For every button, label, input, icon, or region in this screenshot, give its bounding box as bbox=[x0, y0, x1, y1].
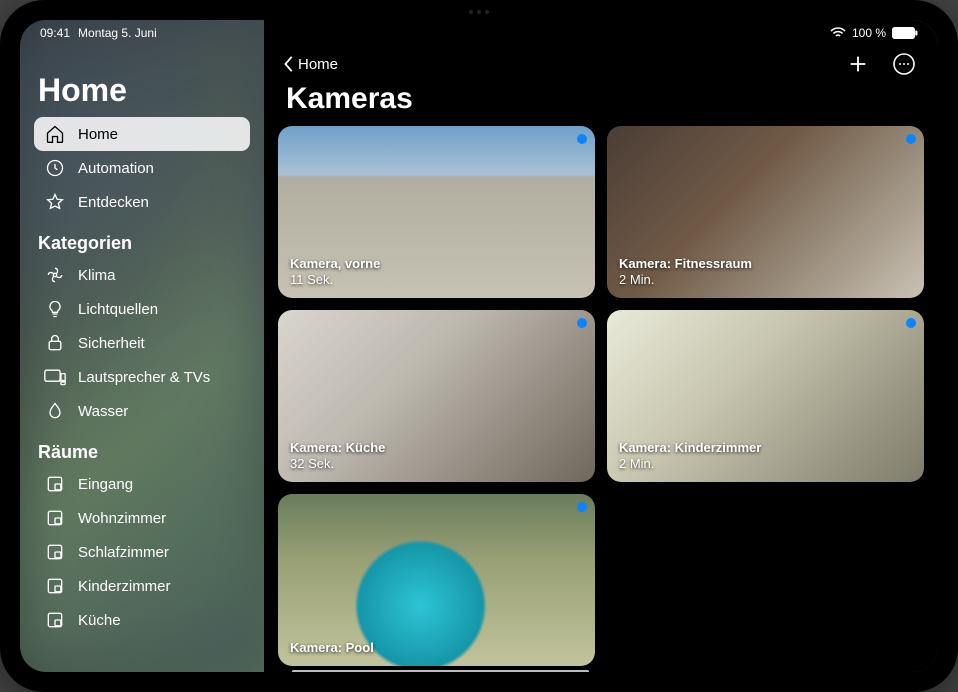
sidebar-item-label: Lichtquellen bbox=[78, 301, 158, 318]
app-title: Home bbox=[38, 72, 250, 109]
scroll-indicator bbox=[292, 670, 910, 672]
sidebar-item-label: Wohnzimmer bbox=[78, 510, 166, 527]
camera-title: Kamera: Fitnessraum bbox=[619, 256, 752, 272]
ellipsis-circle-icon bbox=[892, 52, 916, 76]
room-icon bbox=[44, 473, 66, 495]
battery-percent: 100 % bbox=[852, 26, 886, 40]
section-rooms: Räume bbox=[38, 442, 250, 463]
sidebar-item-home[interactable]: Home bbox=[34, 117, 250, 151]
camera-grid-scroll[interactable]: Kamera, vorne 11 Sek. Kamera: Fitnessrau… bbox=[264, 126, 938, 672]
sidebar-item-label: Wasser bbox=[78, 403, 128, 420]
sidebar-item-livingroom[interactable]: Wohnzimmer bbox=[34, 501, 250, 535]
room-icon bbox=[44, 575, 66, 597]
camera-tile-kids[interactable]: Kamera: Kinderzimmer 2 Min. bbox=[607, 310, 924, 482]
sidebar-item-water[interactable]: Wasser bbox=[34, 394, 250, 428]
sidebar-item-discover[interactable]: Entdecken bbox=[34, 185, 250, 219]
back-label: Home bbox=[298, 56, 338, 73]
camera-subtitle: 11 Sek. bbox=[290, 272, 380, 288]
sidebar-item-speakers-tvs[interactable]: Lautsprecher & TVs bbox=[34, 360, 250, 394]
sidebar: Home Home Automation bbox=[20, 20, 264, 672]
camera-tile-pool[interactable]: Kamera: Pool bbox=[278, 494, 595, 666]
status-time: 09:41 bbox=[40, 26, 70, 40]
house-icon bbox=[44, 123, 66, 145]
bulb-icon bbox=[44, 298, 66, 320]
battery-icon bbox=[892, 27, 918, 39]
add-button[interactable] bbox=[844, 50, 872, 78]
clock-check-icon bbox=[44, 157, 66, 179]
sidebar-item-kidsroom[interactable]: Kinderzimmer bbox=[34, 569, 250, 603]
nav-primary: Home Automation Entdecken bbox=[34, 117, 250, 219]
recording-dot-icon bbox=[577, 502, 587, 512]
sidebar-item-label: Schlafzimmer bbox=[78, 544, 169, 561]
sidebar-item-bedroom[interactable]: Schlafzimmer bbox=[34, 535, 250, 569]
sidebar-item-label: Lautsprecher & TVs bbox=[78, 369, 210, 386]
camera-subtitle: 2 Min. bbox=[619, 272, 752, 288]
room-icon bbox=[44, 609, 66, 631]
camera-tile-kitchen[interactable]: Kamera: Küche 32 Sek. bbox=[278, 310, 595, 482]
camera-title: Kamera: Küche bbox=[290, 440, 385, 456]
recording-dot-icon bbox=[906, 318, 916, 328]
back-button[interactable]: Home bbox=[282, 55, 338, 73]
nav-rooms: Eingang Wohnzimmer Schlafzimmer Kinderzi… bbox=[34, 467, 250, 637]
sidebar-item-security[interactable]: Sicherheit bbox=[34, 326, 250, 360]
status-date: Montag 5. Juni bbox=[78, 26, 157, 40]
main-header: Home bbox=[264, 46, 938, 78]
speaker-tv-icon bbox=[44, 366, 66, 388]
camera-tile-gym[interactable]: Kamera: Fitnessraum 2 Min. bbox=[607, 126, 924, 298]
sidebar-item-label: Eingang bbox=[78, 476, 133, 493]
sidebar-item-entrance[interactable]: Eingang bbox=[34, 467, 250, 501]
main-content: Home Kameras Kamera, bbox=[264, 20, 938, 672]
sidebar-item-label: Home bbox=[78, 126, 118, 143]
section-categories: Kategorien bbox=[38, 233, 250, 254]
sidebar-item-label: Kinderzimmer bbox=[78, 578, 171, 595]
camera-grid: Kamera, vorne 11 Sek. Kamera: Fitnessrau… bbox=[278, 126, 924, 666]
plus-icon bbox=[847, 53, 869, 75]
sidebar-item-label: Automation bbox=[78, 160, 154, 177]
sidebar-item-label: Küche bbox=[78, 612, 121, 629]
more-button[interactable] bbox=[890, 50, 918, 78]
sidebar-item-label: Sicherheit bbox=[78, 335, 145, 352]
camera-subtitle: 32 Sek. bbox=[290, 456, 385, 472]
droplet-icon bbox=[44, 400, 66, 422]
room-icon bbox=[44, 541, 66, 563]
recording-dot-icon bbox=[577, 318, 587, 328]
nav-categories: Klima Lichtquellen Sicherheit bbox=[34, 258, 250, 428]
sidebar-item-label: Klima bbox=[78, 267, 116, 284]
device-sensor-dots bbox=[469, 10, 489, 14]
recording-dot-icon bbox=[577, 134, 587, 144]
camera-subtitle: 2 Min. bbox=[619, 456, 761, 472]
sidebar-item-automation[interactable]: Automation bbox=[34, 151, 250, 185]
wifi-icon bbox=[830, 27, 846, 39]
sidebar-item-kitchen[interactable]: Küche bbox=[34, 603, 250, 637]
room-icon bbox=[44, 507, 66, 529]
sidebar-item-label: Entdecken bbox=[78, 194, 149, 211]
camera-title: Kamera, vorne bbox=[290, 256, 380, 272]
chevron-left-icon bbox=[282, 55, 296, 73]
star-icon bbox=[44, 191, 66, 213]
sidebar-item-lights[interactable]: Lichtquellen bbox=[34, 292, 250, 326]
fan-icon bbox=[44, 264, 66, 286]
page-title: Kameras bbox=[286, 82, 938, 116]
lock-icon bbox=[44, 332, 66, 354]
status-bar: 09:41 Montag 5. Juni 100 % bbox=[20, 20, 938, 46]
camera-title: Kamera: Kinderzimmer bbox=[619, 440, 761, 456]
recording-dot-icon bbox=[906, 134, 916, 144]
camera-title: Kamera: Pool bbox=[290, 640, 374, 656]
camera-tile-front[interactable]: Kamera, vorne 11 Sek. bbox=[278, 126, 595, 298]
sidebar-item-climate[interactable]: Klima bbox=[34, 258, 250, 292]
